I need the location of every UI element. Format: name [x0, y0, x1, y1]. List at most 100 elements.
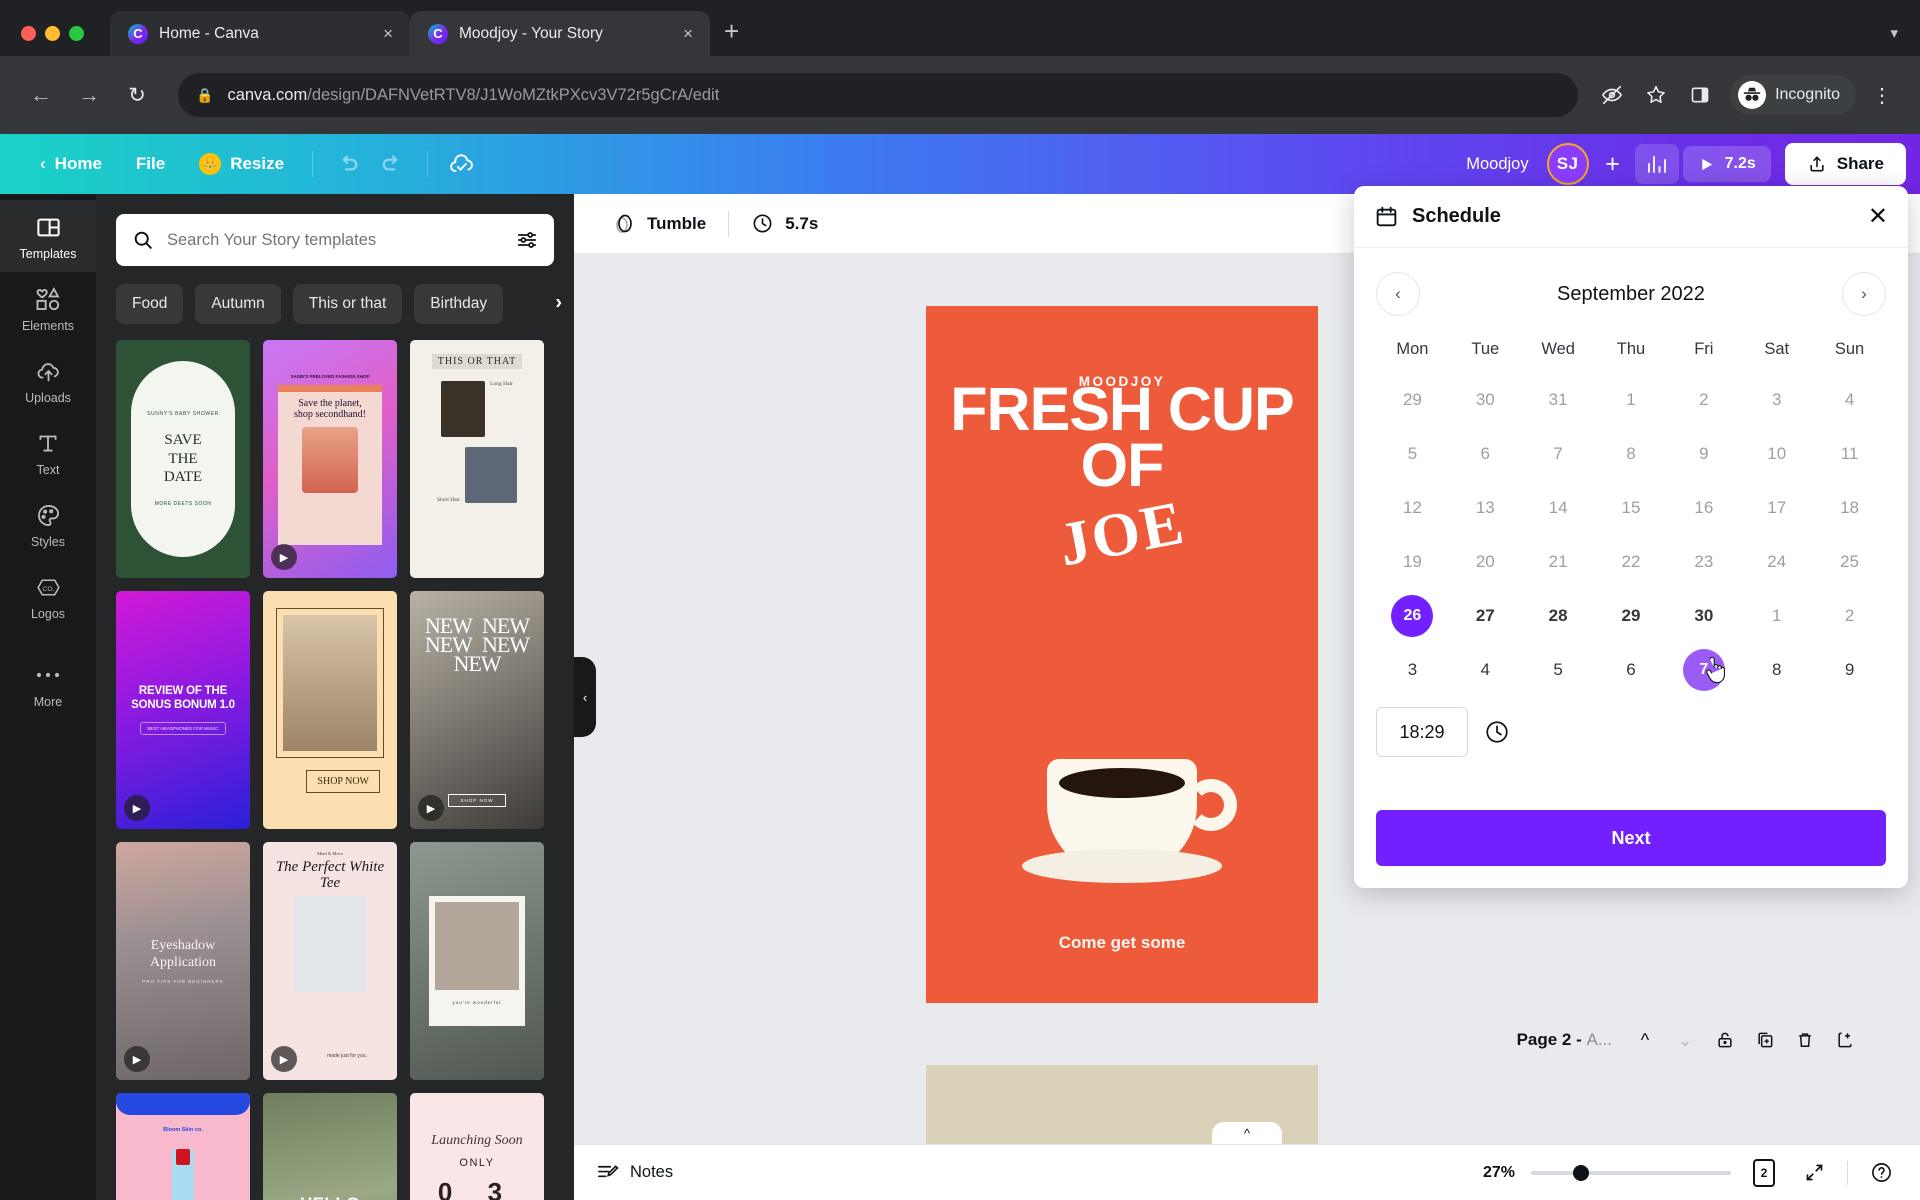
close-icon[interactable]: × — [380, 22, 396, 45]
chip-autumn[interactable]: Autumn — [195, 284, 281, 324]
duplicate-page-icon[interactable] — [1748, 1023, 1782, 1057]
time-input[interactable]: 18:29 — [1376, 707, 1468, 757]
next-button[interactable]: Next — [1376, 810, 1886, 866]
calendar-day[interactable]: 8 — [1740, 643, 1813, 697]
calendar-day[interactable]: 29 — [1376, 373, 1449, 427]
chip-birthday[interactable]: Birthday — [414, 284, 504, 324]
calendar-day[interactable]: 1 — [1740, 589, 1813, 643]
play-preview-button[interactable]: 7.2s — [1682, 146, 1771, 182]
forward-icon[interactable]: → — [68, 74, 110, 116]
calendar-day[interactable]: 5 — [1522, 643, 1595, 697]
side-panel-icon[interactable] — [1680, 75, 1720, 115]
template-card[interactable]: Launching Soon ONLY 0 3 — [410, 1093, 544, 1200]
calendar-day[interactable]: 17 — [1740, 481, 1813, 535]
calendar-day[interactable]: 3 — [1376, 643, 1449, 697]
new-tab-button[interactable]: + — [724, 18, 739, 44]
expand-icon[interactable] — [1797, 1156, 1831, 1190]
animation-name-button[interactable]: Tumble — [596, 212, 722, 236]
calendar-day[interactable]: 25 — [1813, 535, 1886, 589]
zoom-slider[interactable] — [1531, 1164, 1731, 1181]
bar-chart-icon[interactable] — [1634, 144, 1679, 184]
calendar-day[interactable]: 3 — [1740, 373, 1813, 427]
sidebar-item-templates[interactable]: Templates — [0, 200, 96, 272]
home-button[interactable]: ‹ Home — [24, 146, 118, 182]
template-card[interactable]: Eyeshadow Application PRO TIPS FOR BEGIN… — [116, 842, 250, 1080]
address-bar[interactable]: 🔒 canva.com/design/DAFNVetRTV8/J1WoMZtkP… — [178, 73, 1579, 117]
calendar-day[interactable]: 14 — [1522, 481, 1595, 535]
calendar-day[interactable]: 31 — [1522, 373, 1595, 427]
page-grid-icon[interactable]: 2 — [1747, 1156, 1781, 1190]
avatar[interactable]: SJ — [1546, 143, 1589, 185]
play-icon[interactable]: ▶ — [124, 795, 150, 821]
notes-button[interactable]: Notes — [596, 1161, 673, 1184]
trash-icon[interactable] — [1788, 1023, 1822, 1057]
add-collaborator-button[interactable]: + — [1595, 146, 1631, 182]
calendar-day[interactable]: 29 — [1595, 589, 1668, 643]
clock-icon[interactable] — [1484, 719, 1510, 745]
calendar-day[interactable]: 1 — [1595, 373, 1668, 427]
calendar-day[interactable]: 12 — [1376, 481, 1449, 535]
calendar-day[interactable]: 2 — [1813, 589, 1886, 643]
calendar-day[interactable]: 15 — [1595, 481, 1668, 535]
template-card[interactable]: HELLO SPRING — [263, 1093, 397, 1200]
browser-tab-moodjoy[interactable]: C Moodjoy - Your Story × — [410, 11, 710, 56]
sidebar-item-logos[interactable]: CO. Logos — [0, 560, 96, 632]
calendar-day-selected[interactable]: 26 — [1376, 589, 1449, 643]
chevron-up-icon[interactable]: ^ — [1628, 1023, 1662, 1057]
template-card[interactable]: SADIE'S PRELOVED FASHION SHOP Save the p… — [263, 340, 397, 578]
calendar-day[interactable]: 23 — [1667, 535, 1740, 589]
kebab-menu-icon[interactable]: ⋮ — [1860, 83, 1900, 108]
calendar-day[interactable]: 19 — [1376, 535, 1449, 589]
cloud-saved-icon[interactable] — [440, 144, 484, 184]
eye-off-icon[interactable] — [1592, 75, 1632, 115]
calendar-day[interactable]: 13 — [1449, 481, 1522, 535]
filter-sliders-icon[interactable] — [516, 229, 538, 251]
zoom-slider-knob[interactable] — [1573, 1164, 1589, 1181]
template-card[interactable]: SHOP NOW — [263, 591, 397, 829]
search-box[interactable] — [116, 214, 554, 266]
file-menu-button[interactable]: File — [120, 146, 181, 182]
calendar-day[interactable]: 9 — [1813, 643, 1886, 697]
play-icon[interactable]: ▶ — [124, 1046, 150, 1072]
template-card[interactable]: Bloom Skin co. — [116, 1093, 250, 1200]
calendar-day[interactable]: 4 — [1449, 643, 1522, 697]
calendar-day[interactable]: 27 — [1449, 589, 1522, 643]
calendar-day[interactable]: 22 — [1595, 535, 1668, 589]
next-month-button[interactable]: › — [1841, 272, 1886, 316]
play-icon[interactable]: ▶ — [271, 1046, 297, 1072]
play-icon[interactable]: ▶ — [418, 795, 444, 821]
prev-month-button[interactable]: ‹ — [1376, 272, 1420, 316]
chevron-down-icon[interactable]: ▾ — [1890, 24, 1898, 42]
calendar-day[interactable]: 4 — [1813, 373, 1886, 427]
resize-button[interactable]: 👑 Resize — [183, 145, 300, 183]
search-input[interactable] — [167, 230, 503, 250]
calendar-day[interactable]: 10 — [1740, 427, 1813, 481]
share-button[interactable]: Share — [1784, 143, 1906, 185]
minimize-window-button[interactable] — [45, 26, 60, 41]
maximize-window-button[interactable] — [69, 26, 84, 41]
calendar-day[interactable]: 11 — [1813, 427, 1886, 481]
reload-icon[interactable]: ↻ — [116, 74, 158, 116]
calendar-day[interactable]: 6 — [1449, 427, 1522, 481]
chip-food[interactable]: Food — [116, 284, 184, 324]
calendar-day[interactable]: 30 — [1449, 373, 1522, 427]
calendar-day[interactable]: 16 — [1667, 481, 1740, 535]
sidebar-item-styles[interactable]: Styles — [0, 488, 96, 560]
help-circle-icon[interactable] — [1864, 1156, 1898, 1190]
calendar-day[interactable]: 7 — [1522, 427, 1595, 481]
calendar-day[interactable]: 30 — [1667, 589, 1740, 643]
star-icon[interactable] — [1636, 75, 1676, 115]
redo-icon[interactable] — [371, 144, 415, 184]
calendar-day[interactable]: 2 — [1667, 373, 1740, 427]
template-card[interactable]: THIS OR THAT Long Hair Short Hair — [410, 340, 544, 578]
design-page-1[interactable]: MOODJOY FRESH CUP OF JOE Come get some — [926, 306, 1318, 1003]
template-card[interactable]: Mind & Move The Perfect White Tee made j… — [263, 842, 397, 1080]
template-card[interactable]: you're wonderful — [410, 842, 544, 1080]
template-card[interactable]: REVIEW OF THE SONUS BONUM 1.0 BEST HEADP… — [116, 591, 250, 829]
sidebar-item-uploads[interactable]: Uploads — [0, 344, 96, 416]
lock-open-icon[interactable] — [1708, 1023, 1742, 1057]
calendar-day[interactable]: 21 — [1522, 535, 1595, 589]
chip-this-or-that[interactable]: This or that — [292, 284, 403, 324]
calendar-day[interactable]: 6 — [1595, 643, 1668, 697]
calendar-day[interactable]: 5 — [1376, 427, 1449, 481]
